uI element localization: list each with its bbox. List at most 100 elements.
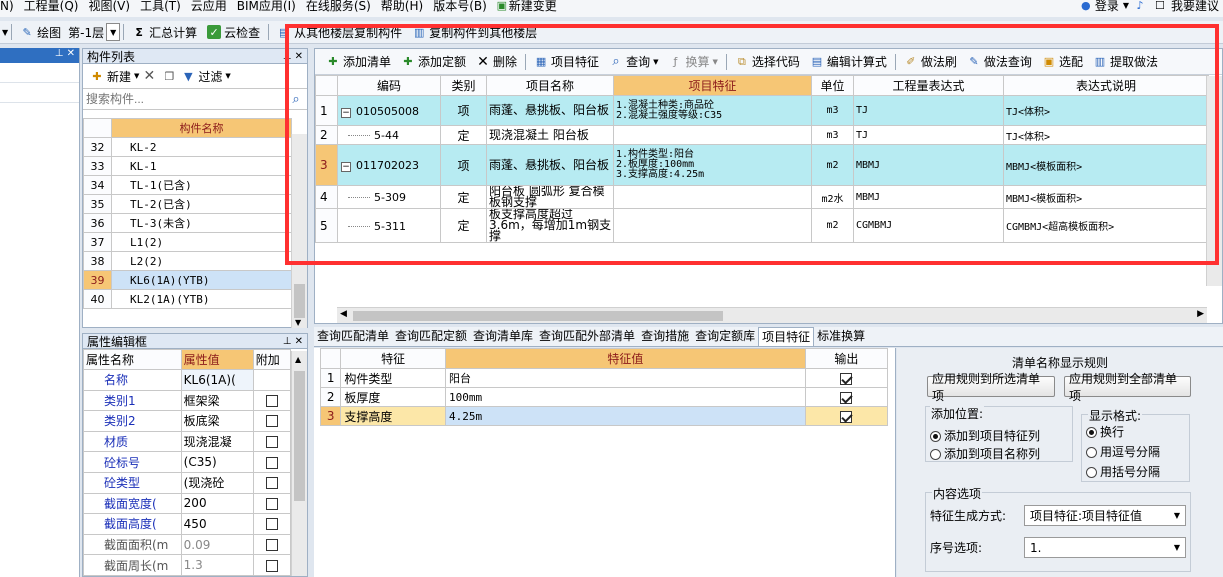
menu-item[interactable]: 帮助(H)	[381, 0, 423, 14]
feature-cell[interactable]: 1.混凝土种类:商品砼 2.混凝土强度等级:C35	[613, 95, 812, 126]
delete-button[interactable]: ✕ 删除	[471, 53, 522, 71]
property-value[interactable]: 1.3	[180, 554, 254, 576]
query-button[interactable]: ⌕ 查询 ▼	[604, 53, 663, 71]
feature-value[interactable]: 100mm	[444, 387, 806, 407]
format-newline-radio[interactable]: 换行	[1086, 423, 1124, 440]
expr-cell[interactable]: TJ	[853, 125, 1004, 145]
chevron-down-icon[interactable]: ▼	[2, 28, 8, 37]
property-row[interactable]: 截面周长(m 1.3	[83, 554, 292, 576]
floor-dropdown-button[interactable]: ▼	[106, 23, 121, 41]
cloud-check-button[interactable]: ✓ 云检查	[202, 23, 265, 41]
pos-feature-radio[interactable]: 添加到项目特征列	[930, 427, 1040, 444]
search-icon[interactable]: ⌕	[289, 92, 303, 106]
property-value[interactable]: 0.09	[180, 533, 254, 556]
menu-item[interactable]: 工程量(Q)	[24, 0, 79, 14]
feature-cell[interactable]	[613, 185, 812, 209]
format-bracket-radio[interactable]: 用括号分隔	[1086, 463, 1160, 480]
draw-button[interactable]: ✎ 绘图	[15, 23, 66, 41]
property-value[interactable]: 200	[180, 492, 254, 515]
tab-5[interactable]: 查询定额库	[692, 327, 758, 346]
edit-formula-button[interactable]: ▤ 编辑计算式	[805, 53, 892, 71]
output-checkbox[interactable]	[840, 372, 853, 385]
add-list-button[interactable]: ✚ 添加清单	[321, 53, 396, 71]
close-icon[interactable]: ✕	[67, 48, 75, 59]
feature-value[interactable]: 阳台	[444, 368, 806, 388]
bill-horizontal-scrollbar[interactable]: ◀ ▶	[337, 307, 1207, 323]
tab-1[interactable]: 查询匹配定额	[392, 327, 470, 346]
bill-row[interactable]: 4 5-309 定阳台板 圆弧形 复合模板钢支撑 m2水 MBMJ MBMJ<模板面积>	[315, 185, 1209, 209]
add-quota-button[interactable]: ✚ 添加定额	[396, 53, 471, 71]
menu-item[interactable]: 云应用	[191, 0, 227, 14]
select-code-button[interactable]: ⧉ 选择代码	[730, 53, 805, 71]
name-cell[interactable]: 雨蓬、悬挑板、阳台板	[486, 144, 614, 186]
method-brush-button[interactable]: ✐ 做法刷	[899, 53, 962, 71]
bill-vertical-scrollbar[interactable]	[1206, 76, 1222, 286]
bell-icon[interactable]: ♪	[1133, 0, 1147, 13]
property-row[interactable]: 截面宽度(200	[83, 492, 292, 515]
table-row[interactable]: 38 L2(2)	[83, 251, 292, 271]
tab-4[interactable]: 查询措施	[638, 327, 692, 346]
tab-2[interactable]: 查询清单库	[470, 327, 536, 346]
feature-row[interactable]: 2 板厚度 100mm	[319, 387, 889, 407]
login-button[interactable]: 登录	[1095, 0, 1119, 14]
name-cell[interactable]: 现浇混凝土 阳台板	[486, 125, 614, 145]
code-cell[interactable]: 5-309	[337, 185, 441, 209]
property-value[interactable]: (现浇砼	[180, 471, 254, 494]
close-icon[interactable]: ✕	[295, 336, 303, 347]
convert-button[interactable]: ƒ 换算 ▼	[663, 53, 722, 71]
property-scrollbar[interactable]: ▲	[291, 351, 307, 576]
extra-checkbox[interactable]	[265, 497, 278, 510]
format-comma-radio[interactable]: 用逗号分隔	[1086, 443, 1160, 460]
menu-item[interactable]: 视图(V)	[88, 0, 130, 14]
extract-button[interactable]: ▥ 提取做法	[1088, 53, 1163, 71]
tab-6[interactable]: 项目特征	[758, 327, 815, 346]
property-row[interactable]: 类别2 板底梁	[83, 410, 292, 432]
property-value[interactable]: 现浇混凝	[180, 430, 254, 453]
code-cell[interactable]: 5-44	[337, 125, 441, 145]
feature-cell[interactable]: 1.构件类型:阳台 2.板厚度:100mm 3.支撑高度:4.25m	[613, 144, 812, 186]
scroll-thumb[interactable]	[294, 371, 305, 501]
filter-button[interactable]: ▼ 过滤 ▼	[176, 67, 235, 85]
table-row[interactable]: 36 TL-3(未含)	[83, 213, 292, 233]
property-value[interactable]: (C35)	[180, 451, 254, 473]
tab-0[interactable]: 查询匹配清单	[314, 327, 392, 346]
feature-cell[interactable]	[613, 125, 812, 145]
component-list-scrollbar[interactable]: ▼	[291, 134, 307, 328]
table-row[interactable]: 35 TL-2(已含)	[83, 194, 292, 214]
copy-to-floor-button[interactable]: ▥ 复制构件到其他楼层	[407, 23, 542, 41]
property-value[interactable]: 框架梁	[180, 389, 254, 412]
property-row[interactable]: 类别1 框架梁	[83, 389, 292, 412]
sum-calc-button[interactable]: Σ 汇总计算	[127, 23, 202, 41]
apply-selected-button[interactable]: 应用规则到所选清单项	[927, 372, 1055, 403]
property-value[interactable]: KL6(1A)(	[180, 369, 254, 391]
table-row[interactable]: 33 KL-1	[83, 156, 292, 176]
pick-button[interactable]: ▣ 选配	[1037, 53, 1088, 71]
code-cell[interactable]: 5-311	[337, 208, 441, 243]
bill-row[interactable]: 3−011702023 项雨蓬、悬挑板、阳台板 1.构件类型:阳台 2.板厚度:100…	[315, 144, 1209, 186]
tab-3[interactable]: 查询匹配外部清单	[536, 327, 638, 346]
table-row[interactable]: 39 KL6(1A)(YTB)	[83, 270, 292, 290]
copy-from-floor-button[interactable]: ▤ 从其他楼层复制构件	[272, 23, 407, 41]
close-icon[interactable]: ✕	[295, 51, 303, 62]
extra-checkbox[interactable]	[265, 415, 278, 428]
menu-item[interactable]: 工具(T)	[140, 0, 181, 14]
name-cell[interactable]: 阳台板 圆弧形 复合模板钢支撑	[486, 185, 614, 209]
suggest-button[interactable]: 我要建议	[1171, 0, 1219, 14]
new-button[interactable]: ✚ 新建 ▼	[87, 67, 142, 85]
menu-item[interactable]: 版本号(B)	[433, 0, 487, 14]
pos-name-radio[interactable]: 添加到项目名称列	[930, 445, 1040, 462]
pin-icon[interactable]: ⊥	[283, 336, 292, 347]
bill-row[interactable]: 1−010505008 项雨蓬、悬挑板、阳台板 1.混凝土种类:商品砼 2.混凝土强度…	[315, 95, 1209, 126]
extra-checkbox[interactable]	[265, 477, 278, 490]
property-row[interactable]: 材质 现浇混凝	[83, 430, 292, 453]
property-row[interactable]: 截面高度(450	[83, 513, 292, 535]
feature-row[interactable]: 1 构件类型 阳台	[319, 368, 889, 388]
table-row[interactable]: 34 TL-1(已含)	[83, 175, 292, 195]
feature-row[interactable]: 3 支撑高度 4.25m	[319, 406, 889, 426]
property-value[interactable]: 板底梁	[180, 410, 254, 432]
table-row[interactable]: 40 KL2(1A)(YTB)	[83, 289, 292, 309]
scroll-thumb[interactable]	[294, 284, 305, 318]
delete-icon[interactable]: ✕	[142, 69, 156, 83]
expr-cell[interactable]: CGMBMJ	[853, 208, 1004, 243]
apply-all-button[interactable]: 应用规则到全部清单项	[1064, 372, 1191, 403]
